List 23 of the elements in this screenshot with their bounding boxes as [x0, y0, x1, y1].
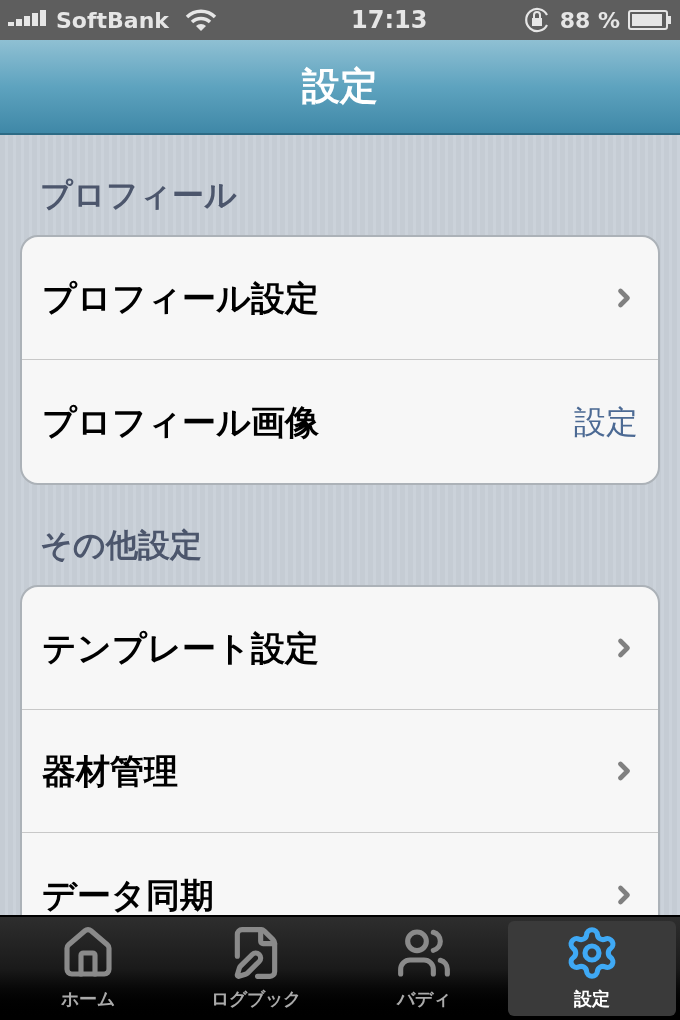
row-label: 器材管理 [42, 754, 178, 788]
row-label: テンプレート設定 [42, 631, 319, 665]
tab-item[interactable]: ログブック [172, 921, 340, 1016]
section-header: プロフィール [39, 175, 238, 216]
row-label: プロフィール設定 [42, 281, 319, 315]
list-row[interactable]: プロフィール設定 [22, 237, 658, 360]
battery-icon [628, 10, 672, 30]
nav-title: 設定 [302, 63, 378, 110]
list-row[interactable]: データ同期 [22, 833, 658, 915]
list-row[interactable]: テンプレート設定 [22, 587, 658, 710]
tab-item[interactable]: ホーム [4, 921, 172, 1016]
row-value: 設定 [574, 401, 638, 443]
battery-percent: 88 % [559, 6, 620, 35]
list-row[interactable]: プロフィール画像 設定 [22, 360, 658, 483]
wifi-icon [184, 8, 217, 32]
row-label: プロフィール画像 [42, 404, 319, 439]
tab-item[interactable]: 設定 [508, 921, 676, 1016]
section-header: その他設定 [39, 525, 203, 566]
row-label: データ同期 [42, 877, 214, 912]
carrier-name: SoftBank [56, 6, 169, 35]
tab-item[interactable]: バディ [340, 921, 508, 1016]
clock: 17:13 [351, 5, 428, 36]
list-row[interactable]: 器材管理 [22, 710, 658, 833]
